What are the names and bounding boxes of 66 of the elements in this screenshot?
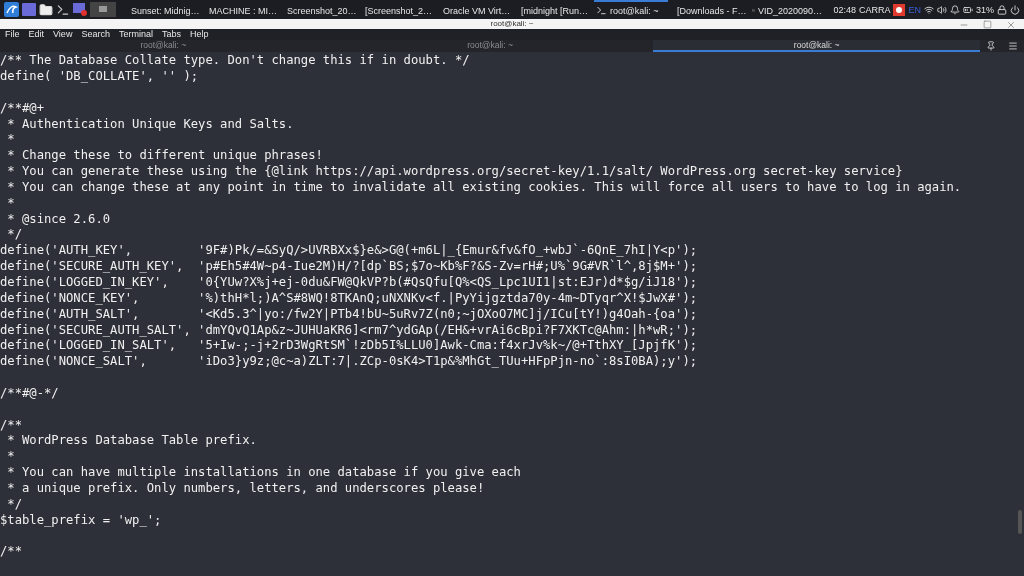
code-line: * <box>6 449 15 466</box>
taskbar-item[interactable]: [Downloads - F… <box>672 0 746 19</box>
code-line: * <box>6 132 15 149</box>
code-line: * You can have multiple installations in one database if you give each <box>6 465 521 481</box>
terminal-tab[interactable]: root@kali: ~ <box>0 39 327 53</box>
battery-level: 31% <box>976 4 994 15</box>
code-line: /** <box>0 417 22 434</box>
bell-icon[interactable] <box>950 4 960 15</box>
code-line: define('AUTH_SALT', '<Kd5.3^|yo:/fw2Y|PTb4!bU~5uRv7Z(n0;~jOXoO7MC]j/ICu[tY!)g4Oah-{oa'); <box>0 306 698 323</box>
folder-icon[interactable] <box>39 2 53 17</box>
code-line: * @since 2.6.0 <box>6 211 111 228</box>
code-line: /** The Database Collate type. Don't change this if in doubt. */ <box>0 53 470 69</box>
dragon-logo-icon[interactable] <box>4 2 19 17</box>
lock-icon[interactable] <box>997 4 1007 15</box>
taskbar-item[interactable]: MACHINE : MI… <box>204 0 278 19</box>
taskbar-item[interactable]: [Screenshot_2… <box>360 0 434 19</box>
code-line: define('LOGGED_IN_KEY', '0{YUw?X%j+ej-0du&FW@QkVP?b(#QsQfu[Q%<QS_Lpc1UI1|st:EJr)d*$g/iJ18'); <box>0 274 698 291</box>
clock: 02:48 <box>833 4 856 15</box>
menu-item[interactable]: Edit <box>28 29 45 40</box>
code-line: /**#@-*/ <box>0 385 59 402</box>
app-icon[interactable] <box>893 3 906 16</box>
taskbar-item[interactable]: Sunset: Midnig… <box>126 0 200 19</box>
pin-icon[interactable] <box>986 40 996 51</box>
terminal-icon <box>596 5 607 16</box>
scrollbar-thumb[interactable] <box>1018 510 1022 535</box>
taskbar-item[interactable]: VID_2020090… <box>750 0 824 19</box>
menu-item[interactable]: Tabs <box>161 29 181 40</box>
terminal-tab[interactable]: root@kali: ~ <box>326 39 654 53</box>
code-line: define('SECURE_AUTH_KEY', 'p#Eh5#4W~p4-Iue2M)H/?[dp`BS;$7o~Kb%F?&S-Zv=rH#;U%`9G#VR`l^,8j$M+'); <box>0 259 698 275</box>
volume-icon[interactable] <box>937 4 947 15</box>
terminal-icon[interactable] <box>56 2 70 17</box>
code-line: define('AUTH_KEY', '9F#)Pk/=&SyQ/>UVRBXx$}e&>G@(+m6L|_{Emur&fv&fO_+wbJ`-6QnE_7hI|Y<p'); <box>0 243 698 259</box>
window-title: root@kali: ~ <box>490 19 534 29</box>
code-line: * Authentication Unique Keys and Salts. <box>6 116 294 133</box>
window-icon[interactable] <box>73 3 87 16</box>
menu-item[interactable]: File <box>5 29 20 40</box>
code-line: * <box>6 195 15 212</box>
code-line: /**#@+ <box>0 100 45 117</box>
taskbar-item[interactable]: Oracle VM Virt… <box>438 0 512 19</box>
wifi-icon[interactable] <box>924 4 934 15</box>
code-line: * WordPress Database Table prefix. <box>6 433 257 450</box>
code-line: define( 'DB_COLLATE', '' ); <box>0 69 199 85</box>
code-line: define('NONCE_SALT', 'iDo3}y9z;@c~a)ZLT:7|.ZCp-0sK4>T1p&%MhGt_TUu+HFpPjn-no`:8sI0BA);y'); <box>0 354 698 371</box>
taskbar-item[interactable]: Screenshot_20… <box>282 0 356 19</box>
battery-icon[interactable] <box>963 4 973 15</box>
code-line: * You can generate these using the {@link https://api.wordpress.org/secret-key/1.1/salt/ WordPress.org secret-key service} <box>6 164 903 180</box>
menu-item[interactable]: Terminal <box>118 29 153 40</box>
close-icon[interactable] <box>1006 20 1016 30</box>
code-line: * You can change these at any point in time to invalidate all existing cookies. This will force all users to have to log in again. <box>6 179 962 196</box>
user-name: CARRA <box>858 4 891 15</box>
window-icon[interactable] <box>90 2 116 17</box>
code-line: define('NONCE_KEY', '%)thH*l;)A^S#8WQ!8TKAnQ;uNXNKv<f.|PyYijgztda70y-4m~DTyqr^X!$JwX#'); <box>0 290 698 307</box>
menu-item[interactable]: Help <box>189 29 209 40</box>
code-line: $table_prefix = 'wp_'; <box>0 512 162 529</box>
code-line: */ <box>6 227 22 244</box>
power-icon[interactable] <box>1010 4 1020 15</box>
menu-item[interactable]: View <box>53 29 73 40</box>
code-line: define('LOGGED_IN_SALT', '5+Iw-;-j+2rD3WgRtSM`!zDb5I%LLU0]Awk-Cma:f4xrJv%k~/@+TthXY_[JpjfK'); <box>0 338 698 354</box>
code-line: * Change these to different unique phrases! <box>6 148 323 165</box>
menu-item[interactable]: Search <box>81 29 110 40</box>
code-line: /** <box>0 544 22 561</box>
taskbar-item[interactable]: [midnight [Run… <box>516 0 590 19</box>
code-line: define('SECURE_AUTH_SALT', 'dmYQvQ1Ap&z~JUHUaKR6]<rm7^ydGAp(/EH&+vrAi6cBpi?F7XKTc@Ahm:|h*wR;'); <box>0 322 698 338</box>
code-line: */ <box>6 496 22 513</box>
code-line: * a unique prefix. Only numbers, letters, and underscores please! <box>6 480 485 497</box>
menu-icon[interactable] <box>1008 40 1018 51</box>
